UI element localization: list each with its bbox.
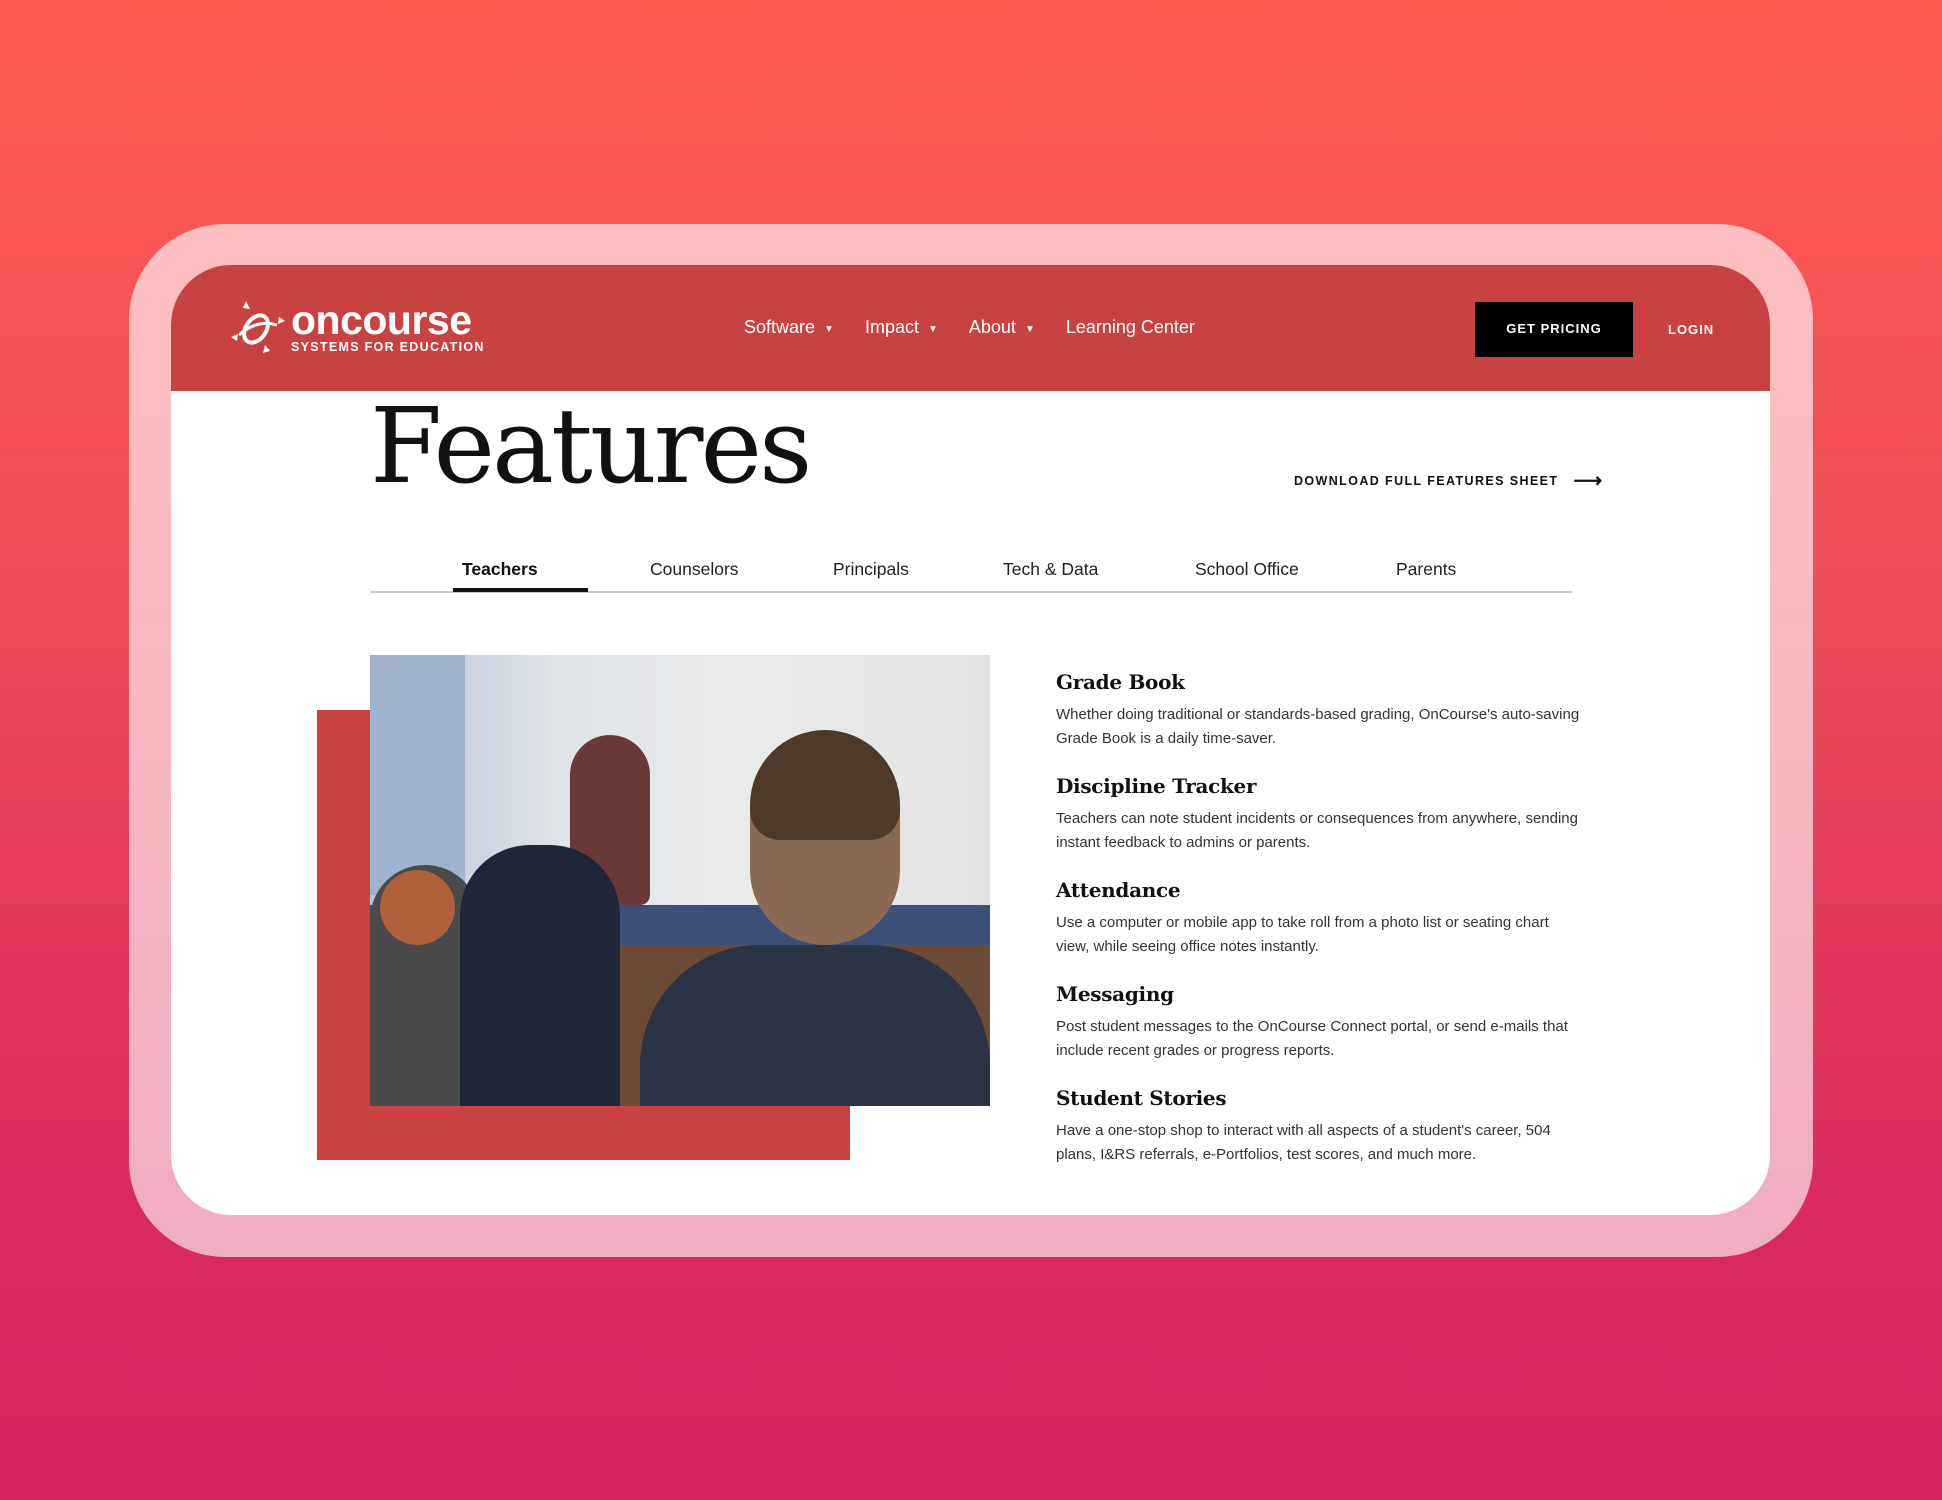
feature-messaging: Messaging Post student messages to the On…	[1056, 982, 1586, 1063]
nav-label: Impact	[864, 317, 919, 337]
browser-card: oncourse SYSTEMS FOR EDUCATION Software ▼…	[171, 265, 1770, 1215]
audience-tabs: Teachers Counselors Principals Tech & Da…	[370, 551, 1572, 593]
nav-impact[interactable]: Impact ▼	[865, 317, 938, 338]
caret-down-icon: ▼	[824, 323, 834, 335]
caret-down-icon: ▼	[1024, 323, 1035, 335]
feature-list: Grade Book Whether doing traditional or s…	[1056, 670, 1586, 1190]
feature-discipline-tracker: Discipline Tracker Teachers can note stud…	[1056, 774, 1586, 855]
download-features-link[interactable]: DOWNLOAD FULL FEATURES SHEET ⟶	[1294, 470, 1604, 492]
feature-description: Teachers can note student incidents or c…	[1056, 810, 1578, 851]
tab-parents[interactable]: Parents	[1396, 559, 1456, 580]
nav-about[interactable]: About ▼	[969, 317, 1035, 338]
nav-learning-center[interactable]: Learning Center	[1066, 317, 1195, 338]
tab-school-office[interactable]: School Office	[1195, 559, 1299, 580]
get-pricing-button[interactable]: GET PRICING	[1475, 302, 1633, 357]
site-header: oncourse SYSTEMS FOR EDUCATION Software ▼…	[171, 265, 1770, 391]
nav-software[interactable]: Software ▼	[744, 317, 834, 338]
nav-label: Learning Center	[1065, 317, 1195, 337]
caret-down-icon: ▼	[927, 323, 938, 335]
oncourse-logo-icon	[231, 301, 285, 353]
feature-description: Whether doing traditional or standards-b…	[1056, 706, 1580, 747]
active-tab-indicator	[453, 588, 588, 592]
brand-tagline: SYSTEMS FOR EDUCATION	[291, 340, 485, 354]
feature-title: Grade Book	[1056, 670, 1185, 694]
feature-title: Attendance	[1056, 878, 1181, 902]
nav-label: About	[968, 317, 1016, 337]
download-label: DOWNLOAD FULL FEATURES SHEET	[1294, 474, 1559, 488]
feature-attendance: Attendance Use a computer or mobile app t…	[1056, 878, 1586, 959]
tab-teachers[interactable]: Teachers	[462, 559, 538, 580]
classroom-photo	[370, 655, 990, 1106]
page-title: Features	[370, 385, 812, 507]
login-link[interactable]: LOGIN	[1668, 322, 1714, 337]
feature-title: Discipline Tracker	[1056, 774, 1257, 798]
feature-description: Use a computer or mobile app to take rol…	[1056, 914, 1549, 955]
main-nav: Software ▼ Impact ▼ About ▼ Learning Center	[744, 317, 1226, 338]
tab-counselors[interactable]: Counselors	[650, 559, 739, 580]
logo[interactable]: oncourse SYSTEMS FOR EDUCATION	[229, 299, 485, 357]
brand-name: oncourse	[291, 297, 472, 343]
feature-grade-book: Grade Book Whether doing traditional or s…	[1056, 670, 1586, 751]
feature-description: Have a one-stop shop to interact with al…	[1056, 1122, 1551, 1163]
feature-student-stories: Student Stories Have a one-stop shop to i…	[1056, 1086, 1586, 1167]
tab-tech-data[interactable]: Tech & Data	[1003, 559, 1098, 580]
nav-label: Software	[744, 317, 816, 337]
tab-principals[interactable]: Principals	[833, 559, 909, 580]
feature-description: Post student messages to the OnCourse Co…	[1056, 1018, 1568, 1059]
feature-title: Student Stories	[1056, 1086, 1227, 1110]
arrow-right-icon: ⟶	[1573, 470, 1604, 492]
feature-title: Messaging	[1056, 982, 1174, 1006]
